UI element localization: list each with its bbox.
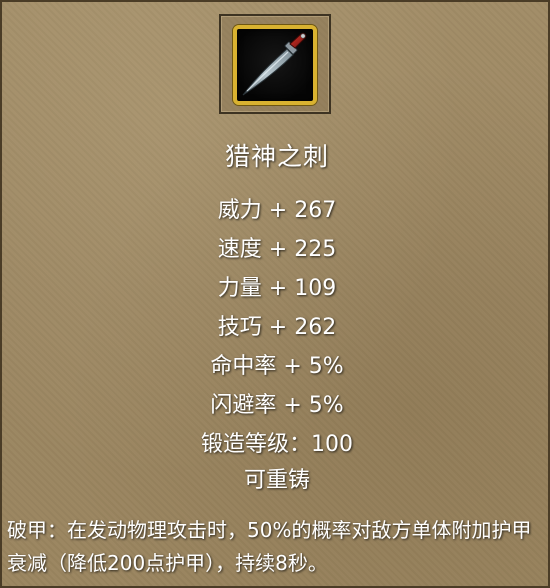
stat-power: 威力 + 267 bbox=[217, 198, 337, 223]
stat-skill: 技巧 + 262 bbox=[217, 315, 337, 340]
stat-speed: 速度 + 225 bbox=[217, 237, 337, 262]
stat-list: 威力 + 267 速度 + 225 力量 + 109 技巧 + 262 命中率 … bbox=[2, 191, 550, 464]
stat-strength: 力量 + 109 bbox=[217, 276, 337, 301]
item-icon-frame bbox=[233, 25, 317, 105]
item-icon-slot[interactable] bbox=[219, 14, 331, 114]
hunting-knife-icon bbox=[242, 32, 307, 96]
stat-forge-level: 锻造等级：100 bbox=[201, 432, 353, 457]
reforgeable-label: 可重铸 bbox=[243, 468, 310, 493]
item-name: 猎神之刺 bbox=[224, 142, 329, 171]
item-tooltip: 猎神之刺 威力 + 267 速度 + 225 力量 + 109 技巧 + 262… bbox=[0, 0, 550, 588]
special-effect-description: 破甲：在发动物理攻击时，50%的概率对敌方单体附加护甲衰减（降低200点护甲），… bbox=[7, 518, 532, 575]
stat-hit-rate: 命中率 + 5% bbox=[210, 354, 344, 379]
stat-dodge-rate: 闪避率 + 5% bbox=[210, 393, 344, 418]
